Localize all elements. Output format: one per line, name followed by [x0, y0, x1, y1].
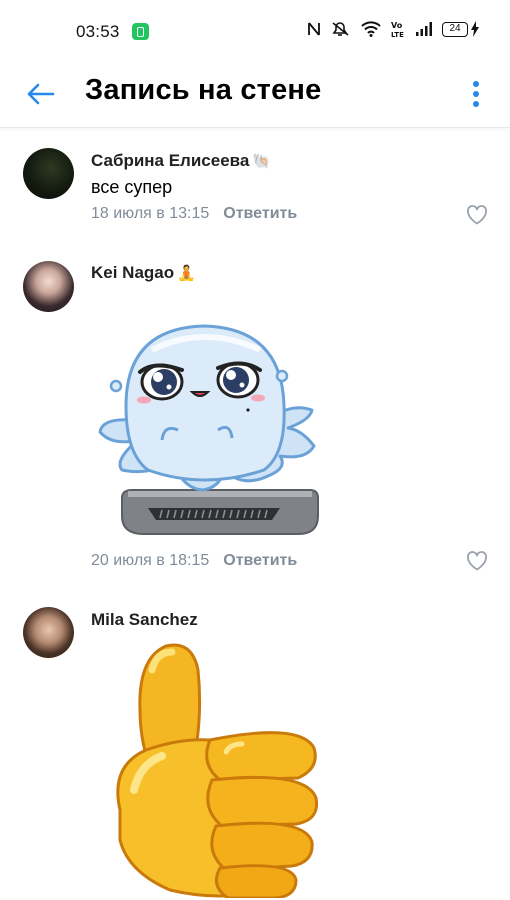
- avatar[interactable]: [23, 607, 74, 658]
- heart-icon[interactable]: [465, 549, 489, 573]
- author-status-emoji: 🐚: [252, 153, 272, 170]
- svg-text:LTE: LTE: [391, 31, 404, 38]
- more-dot-icon: [473, 101, 479, 107]
- comment-meta: 20 июля в 18:15 Ответить: [91, 552, 297, 570]
- back-button[interactable]: [22, 76, 58, 112]
- more-dot-icon: [473, 91, 479, 97]
- thumbs-up-sticker[interactable]: [100, 640, 330, 898]
- status-time: 03:53: [76, 22, 120, 41]
- app-header: Запись на стене: [0, 60, 510, 128]
- ghost-octopus-sticker[interactable]: [92, 320, 322, 542]
- app-notification-icon: [132, 23, 149, 40]
- mute-icon: [332, 22, 349, 36]
- avatar[interactable]: [23, 261, 74, 312]
- volte-icon: VoLTE: [391, 21, 404, 38]
- status-icons: Vo LTE 24: [307, 20, 480, 38]
- battery-icon: 24: [442, 21, 480, 37]
- author-status-emoji: 🧘: [177, 265, 196, 282]
- status-bar: 03:53 Vo LTE 24: [0, 0, 510, 60]
- comment-item: Сабрина Елисеева 🐚 все супер 18 июля в 13…: [0, 146, 510, 246]
- signal-icon: [416, 22, 432, 36]
- comment-author[interactable]: Mila Sanchez: [91, 610, 198, 630]
- arrow-left-icon: [27, 83, 55, 105]
- comment-item: Mila Sanchez: [0, 605, 510, 900]
- author-name: Сабрина Елисеева: [91, 151, 250, 170]
- page-title: Запись на стене: [85, 74, 322, 106]
- comment-date: 20 июля в 18:15: [91, 552, 210, 569]
- charging-icon: [471, 21, 479, 37]
- heart-icon[interactable]: [465, 203, 489, 227]
- author-name: Kei Nagao: [91, 263, 175, 282]
- comment-date: 18 июля в 13:15: [91, 205, 210, 222]
- reply-button[interactable]: Ответить: [223, 205, 297, 222]
- wifi-icon: [361, 21, 381, 37]
- avatar[interactable]: [23, 148, 74, 199]
- comment-item: Kei Nagao 🧘 20 июля в 18:15 Ответить: [0, 258, 510, 588]
- comment-author[interactable]: Kei Nagao 🧘: [91, 263, 196, 283]
- more-options-button[interactable]: [462, 76, 490, 112]
- comment-text: все супер: [91, 177, 173, 197]
- author-name: Mila Sanchez: [91, 610, 198, 629]
- reply-button[interactable]: Ответить: [223, 552, 297, 569]
- comment-author[interactable]: Сабрина Елисеева 🐚: [91, 151, 271, 171]
- comment-meta: 18 июля в 13:15 Ответить: [91, 205, 297, 223]
- more-dot-icon: [473, 81, 479, 87]
- svg-text:Vo: Vo: [391, 21, 403, 30]
- nfc-icon: [308, 22, 320, 36]
- battery-level: 24: [442, 21, 468, 37]
